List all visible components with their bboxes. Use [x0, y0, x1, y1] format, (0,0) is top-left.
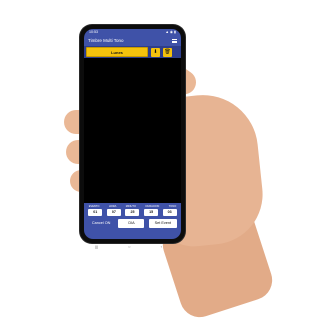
day-selector[interactable]: Lunes — [86, 47, 148, 57]
phone-device: 10:53 ▲ ◉ ▮ Timbre Multi Tono Lunes ⬇ 🗑 … — [80, 25, 185, 249]
status-time: 10:53 — [89, 30, 98, 34]
recents-icon[interactable]: ||| — [95, 244, 98, 249]
action-row: Cancel ON DIA Set Event — [84, 217, 181, 230]
label-duracion: DURACION — [145, 205, 160, 208]
phone-screen: 10:53 ▲ ◉ ▮ Timbre Multi Tono Lunes ⬇ 🗑 … — [84, 29, 181, 239]
tono-input[interactable]: 03 — [162, 209, 177, 216]
trash-icon[interactable]: 🗑 — [163, 47, 172, 57]
hora-input[interactable]: 07 — [106, 209, 121, 216]
status-icons: ▲ ◉ ▮ — [165, 30, 176, 34]
system-nav-bar: ||| ○ ‹ — [80, 243, 177, 249]
evento-input[interactable]: 01 — [88, 209, 103, 216]
label-hora: HORA — [108, 205, 117, 208]
label-tono: TONO — [168, 205, 177, 208]
event-editor: EVENTO HORA MINUTO DURACION TONO 01 07 2… — [84, 203, 181, 239]
day-toolbar: Lunes ⬇ 🗑 — [84, 46, 181, 58]
back-icon[interactable]: ‹ — [161, 244, 162, 249]
field-values: 01 07 25 15 03 — [84, 208, 181, 217]
app-title: Timbre Multi Tono — [88, 38, 124, 43]
home-icon[interactable]: ○ — [128, 244, 130, 249]
duracion-input[interactable]: 15 — [144, 209, 159, 216]
set-event-button[interactable]: Set Event — [148, 219, 177, 228]
app-bar: Timbre Multi Tono — [84, 36, 181, 46]
day-button[interactable]: DIA — [118, 219, 145, 228]
minuto-input[interactable]: 25 — [125, 209, 140, 216]
status-bar: 10:53 ▲ ◉ ▮ — [84, 29, 181, 36]
hamburger-icon[interactable] — [172, 38, 177, 44]
label-minuto: MINUTO — [125, 205, 136, 208]
event-list[interactable] — [84, 58, 181, 215]
arrow-down-icon[interactable]: ⬇ — [151, 47, 160, 57]
label-evento: EVENTO — [88, 205, 100, 208]
cancel-button[interactable]: Cancel ON — [88, 219, 114, 228]
